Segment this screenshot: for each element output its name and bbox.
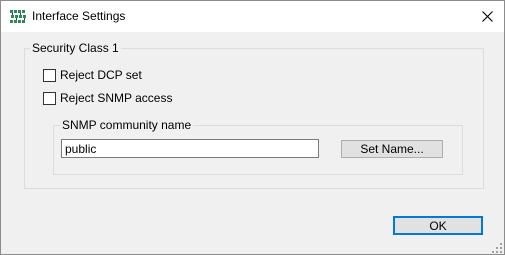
set-name-button-label: Set Name... — [360, 142, 424, 156]
resize-grip-icon[interactable] — [492, 242, 502, 253]
reject-snmp-access-checkbox[interactable] — [43, 91, 56, 105]
close-icon — [481, 11, 493, 22]
reject-snmp-access-label: Reject SNMP access — [60, 91, 173, 105]
snmp-community-label: SNMP community name — [60, 118, 194, 132]
ok-button[interactable]: OK — [393, 216, 483, 235]
set-name-button[interactable]: Set Name... — [341, 140, 443, 158]
reject-dcp-set-label: Reject DCP set — [60, 68, 142, 82]
close-button[interactable] — [470, 1, 504, 32]
security-class-label: Security Class 1 — [30, 41, 121, 55]
ok-button-label: OK — [429, 218, 447, 233]
reject-dcp-set-checkbox[interactable] — [43, 68, 56, 82]
reject-snmp-access-checkbox-row[interactable]: Reject SNMP access — [43, 90, 172, 106]
title-bar[interactable]: Interface Settings — [1, 1, 504, 32]
network-grid-icon — [10, 10, 26, 24]
snmp-community-input[interactable]: public — [61, 139, 319, 158]
window-title: Interface Settings — [32, 9, 126, 23]
reject-dcp-set-checkbox-row[interactable]: Reject DCP set — [43, 67, 142, 83]
dialog-window: Interface Settings Security Class 1 Reje… — [0, 0, 505, 255]
